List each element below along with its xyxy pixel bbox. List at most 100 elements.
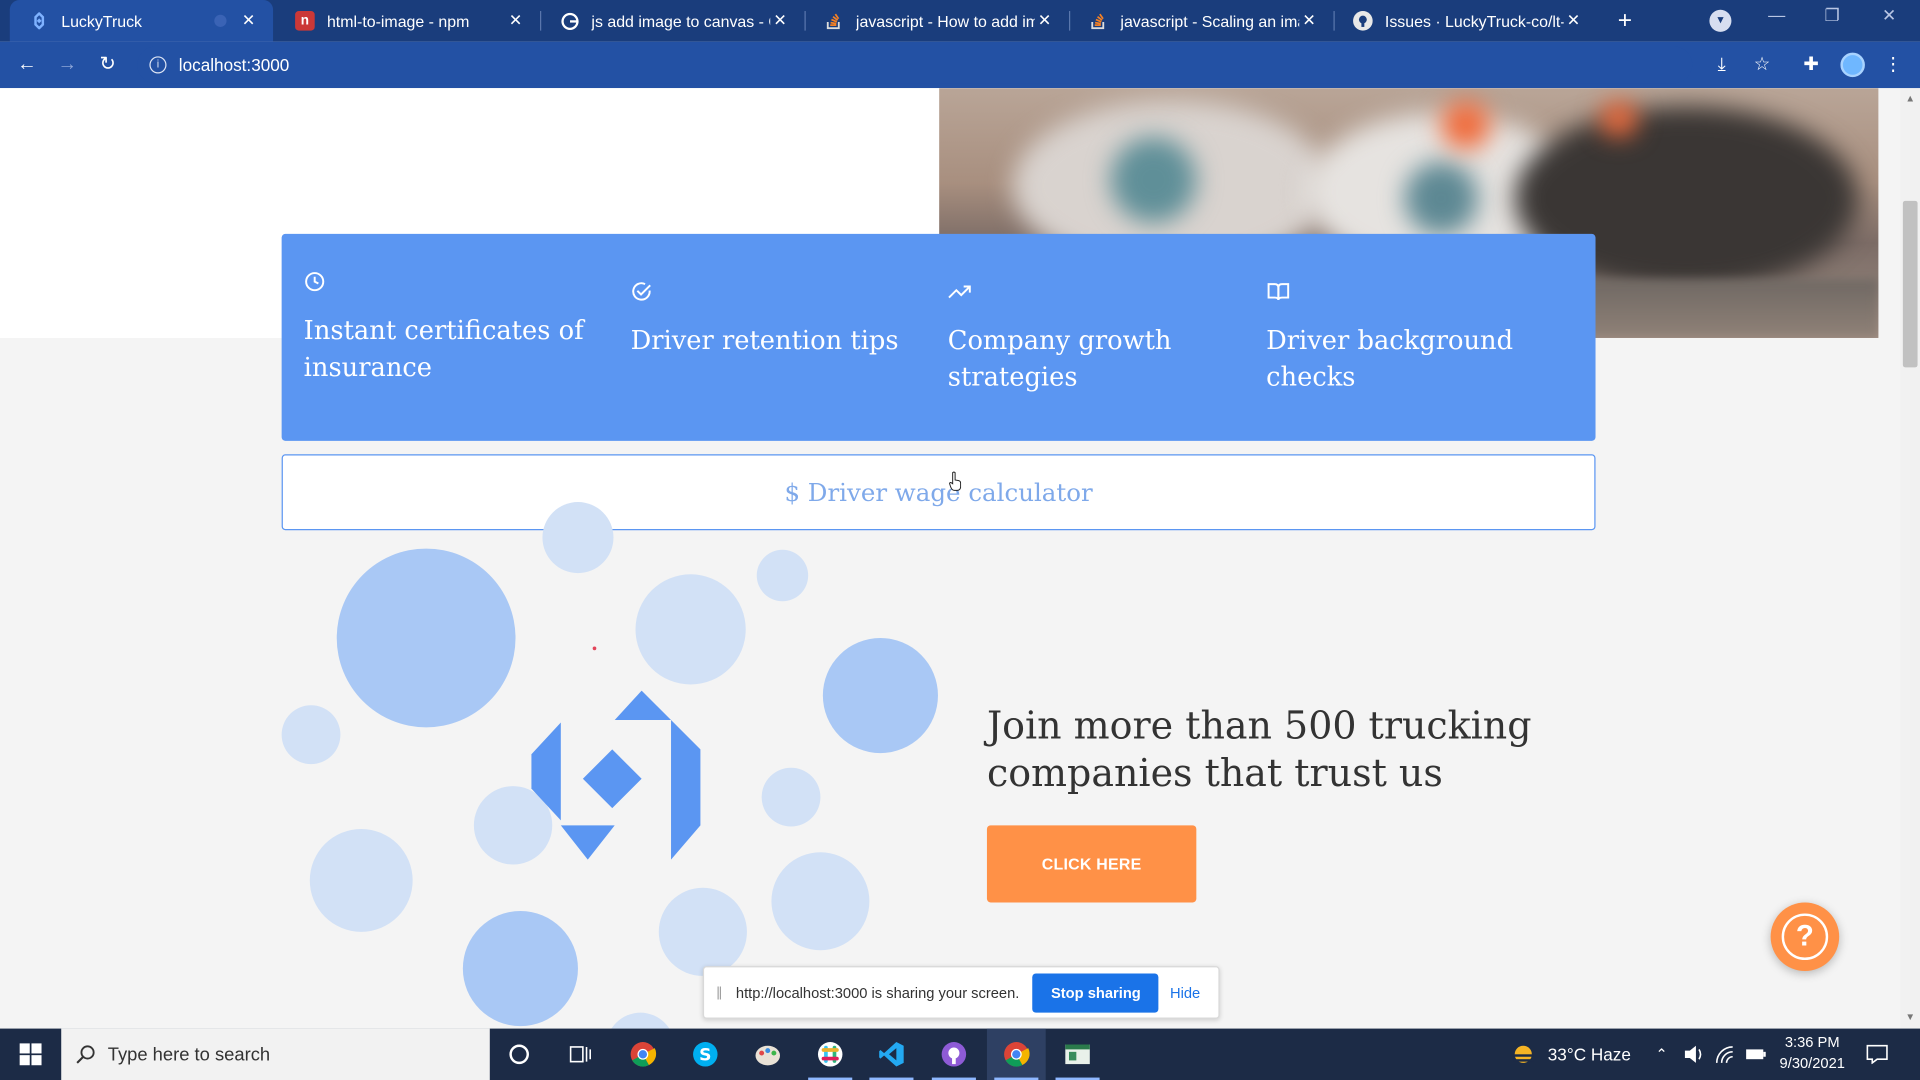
close-icon[interactable]: ✕ <box>1564 11 1584 31</box>
tab-stackoverflow-add-image[interactable]: javascript - How to add ima ✕ <box>804 0 1068 42</box>
restore-icon[interactable]: ❐ <box>1825 5 1840 26</box>
address-bar[interactable]: i localhost:3000 <box>137 46 1693 84</box>
scrollbar-thumb[interactable] <box>1902 200 1918 368</box>
tab-luckytruck[interactable]: LuckyTruck ✕ <box>9 0 274 42</box>
scroll-down-arrow-icon[interactable]: ▼ <box>1900 1009 1920 1026</box>
tab-google-search[interactable]: js add image to canvas - Go ✕ <box>540 0 804 42</box>
page-viewport: Instant certificates of insurance Driver… <box>0 88 1901 1029</box>
forward-arrow-icon[interactable]: → <box>55 53 79 77</box>
drag-handle-icon[interactable]: || <box>716 985 726 1000</box>
site-info-icon[interactable]: i <box>149 56 167 74</box>
vscode-icon[interactable] <box>862 1029 921 1080</box>
decor-bubble <box>822 637 938 754</box>
windows-taskbar: Type here to search S 33°C Haze ⌃ 3:36 P… <box>0 1028 1920 1080</box>
taskbar-search-box[interactable]: Type here to search <box>61 1028 490 1080</box>
search-placeholder: Type here to search <box>107 1043 271 1065</box>
scroll-up-arrow-icon[interactable]: ▲ <box>1900 91 1920 108</box>
paint-icon[interactable] <box>738 1029 797 1080</box>
tab-title: js add image to canvas - Go <box>591 11 771 31</box>
stop-sharing-button[interactable]: Stop sharing <box>1032 972 1159 1013</box>
tab-html-to-image[interactable]: n html-to-image - npm ✕ <box>276 0 540 42</box>
search-icon <box>76 1045 95 1064</box>
taskbar-clock[interactable]: 3:36 PM 9/30/2021 <box>1768 1032 1856 1074</box>
minimize-icon[interactable]: — <box>1768 5 1785 25</box>
click-here-button[interactable]: CLICK HERE <box>986 825 1197 903</box>
bookmark-star-icon[interactable]: ☆ <box>1751 54 1773 76</box>
tab-title: javascript - How to add ima <box>855 11 1035 31</box>
weather-text: 33°C Haze <box>1547 1044 1631 1065</box>
decor-bubble <box>635 574 746 685</box>
browser-toolbar: ← → ↻ i localhost:3000 ⤓ ☆ ✚ ⋮ <box>0 41 1920 89</box>
stackoverflow-icon <box>824 11 844 31</box>
browser-tab-strip: LuckyTruck ✕ n html-to-image - npm ✕ js … <box>0 0 1920 42</box>
check-circle-icon <box>631 280 655 304</box>
driver-wage-calculator-button[interactable]: $ Driver wage calculator <box>281 454 1596 531</box>
decor-bubble <box>761 767 821 827</box>
photo-blur <box>1441 100 1491 150</box>
install-app-icon[interactable]: ⤓ <box>1711 54 1733 76</box>
wifi-icon[interactable] <box>1714 1029 1736 1080</box>
reload-icon[interactable]: ↻ <box>96 53 120 77</box>
close-icon[interactable]: ✕ <box>1299 11 1319 31</box>
back-arrow-icon[interactable]: ← <box>15 53 39 77</box>
slack-icon[interactable] <box>801 1029 860 1080</box>
trending-up-icon <box>948 280 972 304</box>
tab-search-icon[interactable]: ▾ <box>1709 9 1732 32</box>
new-tab-button[interactable]: + <box>1611 7 1638 34</box>
windows-start-button[interactable] <box>0 1029 61 1080</box>
clock-time: 3:36 PM <box>1784 1033 1840 1051</box>
cortana-icon[interactable] <box>490 1029 549 1080</box>
app-window-icon[interactable] <box>1048 1029 1107 1080</box>
close-icon[interactable]: ✕ <box>1035 11 1055 31</box>
clock-date: 9/30/2021 <box>1779 1054 1845 1072</box>
chrome-active-icon[interactable] <box>986 1028 1046 1080</box>
menu-kebab-icon[interactable]: ⋮ <box>1882 54 1904 76</box>
feature-title: Company growth strategies <box>947 325 1172 392</box>
close-icon[interactable]: ✕ <box>506 11 526 31</box>
github-icon <box>1353 11 1373 31</box>
task-view-icon[interactable] <box>551 1029 610 1080</box>
hide-banner-link[interactable]: Hide <box>1170 984 1200 1001</box>
feature-title: Driver background checks <box>1266 325 1514 392</box>
notifications-icon[interactable] <box>1866 1029 1888 1080</box>
sharing-message: http://localhost:3000 is sharing your sc… <box>735 983 1020 1002</box>
decor-bubble <box>756 549 809 602</box>
profile-avatar[interactable] <box>1840 52 1865 78</box>
decor-bubble <box>542 502 614 574</box>
decor-bubble <box>281 705 341 765</box>
github-desktop-icon[interactable] <box>924 1029 983 1080</box>
page-scrollbar[interactable]: ▲ ▼ <box>1900 88 1920 1029</box>
svg-text:S: S <box>699 1045 711 1065</box>
show-hidden-icons-icon[interactable]: ⌃ <box>1656 1029 1668 1080</box>
feature-title: Instant certificates of insurance <box>303 315 584 383</box>
window-close-icon[interactable]: ✕ <box>1882 5 1896 26</box>
photo-blur <box>1110 137 1197 223</box>
feature-title: Driver retention tips <box>630 325 899 356</box>
close-icon[interactable]: ✕ <box>239 11 259 31</box>
stackoverflow-icon <box>1089 11 1109 31</box>
tab-title: Issues · LuckyTruck-co/lt-fro <box>1384 11 1564 31</box>
clock-icon <box>304 271 328 295</box>
book-icon <box>1266 280 1290 304</box>
decor-bubble <box>336 548 516 728</box>
battery-icon[interactable] <box>1745 1029 1767 1080</box>
screen-sharing-banner: || http://localhost:3000 is sharing your… <box>702 966 1220 1019</box>
question-icon: ? <box>1781 913 1829 961</box>
close-icon[interactable]: ✕ <box>770 11 790 31</box>
luckytruck-logo-icon <box>29 11 49 31</box>
help-button[interactable]: ? <box>1770 902 1840 972</box>
weather-widget[interactable]: 33°C Haze <box>1510 1029 1631 1080</box>
volume-icon[interactable] <box>1684 1029 1706 1080</box>
tab-stackoverflow-scaling-image[interactable]: javascript - Scaling an imag ✕ <box>1069 0 1333 42</box>
tab-title: LuckyTruck <box>61 11 143 31</box>
chrome-icon[interactable] <box>613 1029 672 1080</box>
url-text[interactable]: localhost:3000 <box>179 55 290 75</box>
tab-title: javascript - Scaling an imag <box>1120 11 1300 31</box>
tab-github-issues[interactable]: Issues · LuckyTruck-co/lt-fro ✕ <box>1333 0 1597 42</box>
hand-cursor-icon <box>949 471 962 491</box>
photo-blur <box>1404 161 1478 236</box>
tab-title: html-to-image - npm <box>326 11 470 31</box>
skype-icon[interactable]: S <box>676 1029 735 1080</box>
extensions-puzzle-icon[interactable]: ✚ <box>1800 54 1822 76</box>
npm-icon: n <box>295 11 315 31</box>
